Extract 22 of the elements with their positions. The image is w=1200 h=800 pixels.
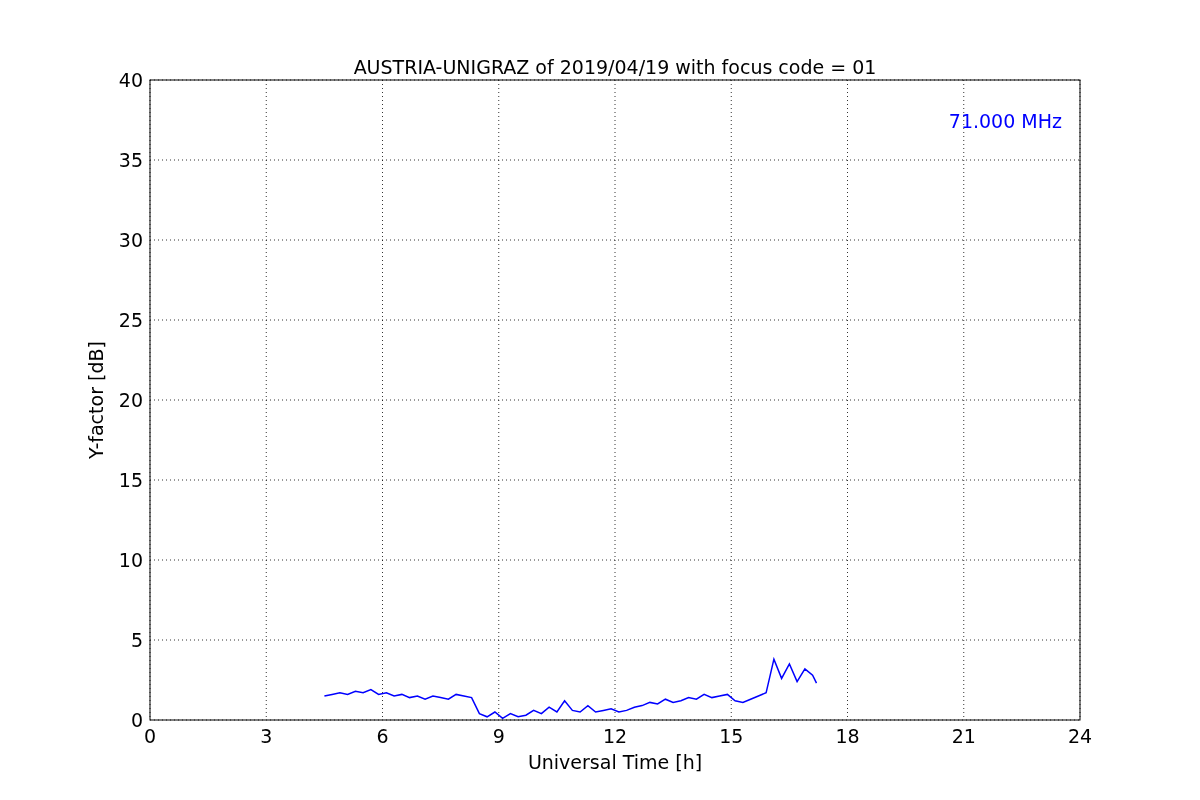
y-tick-label: 35 (118, 149, 143, 171)
x-tick-label: 15 (719, 725, 744, 747)
y-tick-label: 0 (130, 709, 143, 731)
x-tick-label: 9 (492, 725, 505, 747)
y-tick-label: 40 (118, 69, 143, 91)
x-tick-label: 21 (951, 725, 976, 747)
y-tick-label: 30 (118, 229, 143, 251)
x-tick-label: 3 (260, 725, 273, 747)
x-tick-label: 6 (376, 725, 389, 747)
x-tick-label: 18 (835, 725, 860, 747)
x-tick-label: 24 (1067, 725, 1093, 747)
y-tick-label: 25 (118, 309, 143, 331)
x-tick-label: 12 (602, 725, 628, 747)
y-tick-label: 20 (118, 389, 143, 411)
y-axis-label: Y-factor [dB] (85, 341, 107, 459)
chart-title: AUSTRIA-UNIGRAZ of 2019/04/19 with focus code = 01 (353, 56, 877, 78)
y-tick-label: 10 (118, 549, 143, 571)
y-tick-label: 15 (118, 469, 143, 491)
y-tick-label: 5 (130, 629, 143, 651)
series-label: 71.000 MHz (948, 110, 1062, 132)
x-tick-label: 0 (143, 725, 157, 747)
x-axis-label: Universal Time [h] (527, 751, 703, 773)
